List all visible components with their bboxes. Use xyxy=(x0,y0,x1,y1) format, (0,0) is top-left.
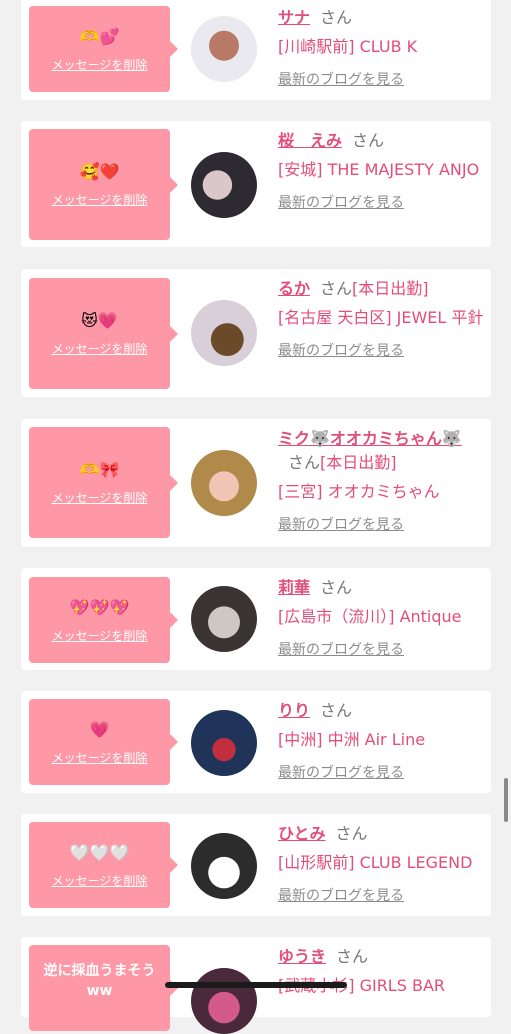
latest-blog-link[interactable]: 最新のブログを見る xyxy=(278,885,485,905)
avatar[interactable] xyxy=(191,968,257,1034)
message-card: 🫶🎀 メッセージを削除 ミク🐺オオカミちゃん🐺 さん[本日出勤] [三宮] オオカ… xyxy=(21,419,491,547)
cast-name-link[interactable]: るか xyxy=(278,279,310,298)
honorific: さん xyxy=(335,824,368,843)
cast-info: りり さん [中洲] 中洲 Air Line 最新のブログを見る xyxy=(278,699,485,782)
latest-blog-link[interactable]: 最新のブログを見る xyxy=(278,514,485,534)
message-bubble: 🥰❤️ メッセージを削除 xyxy=(29,129,178,240)
message-card: 🥰❤️ メッセージを削除 桜 えみ さん [安城] THE MAJESTY ANJ… xyxy=(21,121,491,247)
latest-blog-link[interactable]: 最新のブログを見る xyxy=(278,762,485,782)
cast-info: ゆうき さん [武蔵小杉] GIRLS BAR xyxy=(278,945,485,998)
message-emoji: 😻💗 xyxy=(81,311,118,330)
shop-name: [広島市（流川）] Antique xyxy=(278,607,462,626)
message-emoji: 🥰❤️ xyxy=(79,162,120,181)
honorific: さん xyxy=(336,947,369,966)
delete-message-link[interactable]: メッセージを削除 xyxy=(52,749,148,766)
delete-message-link[interactable]: メッセージを削除 xyxy=(52,56,148,73)
avatar[interactable] xyxy=(191,710,257,776)
cast-name-link[interactable]: ゆうき xyxy=(278,947,326,966)
cast-info: るか さん[本日出勤] [名古屋 天白区] JEWEL 平針 最新のブログを見る xyxy=(278,277,485,360)
message-emoji: 💗 xyxy=(89,719,110,739)
cast-name-link[interactable]: りり xyxy=(278,701,310,720)
message-emoji: 🤍🤍🤍 xyxy=(69,842,130,862)
avatar[interactable] xyxy=(191,16,257,82)
cast-name-link[interactable]: 莉華 xyxy=(278,578,310,597)
message-emoji: 💖💖💖 xyxy=(69,597,130,617)
honorific: さん xyxy=(320,279,353,298)
latest-blog-link[interactable]: 最新のブログを見る xyxy=(278,192,485,212)
shop-name: [山形駅前] CLUB LEGEND xyxy=(278,853,473,872)
message-emoji: 🫶🎀 xyxy=(79,460,120,479)
message-card: 🫶💕 メッセージを削除 サナ さん [川崎駅前] CLUB K 最新のブログを見る xyxy=(21,0,491,100)
delete-message-link[interactable]: メッセージを削除 xyxy=(52,191,148,208)
message-bubble: 🫶🎀 メッセージを削除 xyxy=(29,427,178,538)
work-status: [本日出勤] xyxy=(320,453,397,472)
message-bubble: 🤍🤍🤍 メッセージを削除 xyxy=(29,822,178,908)
avatar[interactable] xyxy=(191,152,257,218)
cast-name-link[interactable]: サナ xyxy=(278,8,310,27)
shop-name: [安城] THE MAJESTY ANJO xyxy=(278,160,480,179)
message-emoji: 🫶💕 xyxy=(79,26,120,46)
cast-info: ひとみ さん [山形駅前] CLUB LEGEND 最新のブログを見る xyxy=(278,822,485,905)
message-card: 💗 メッセージを削除 りり さん [中洲] 中洲 Air Line 最新のブログを… xyxy=(21,691,491,793)
delete-message-link[interactable]: メッセージを削除 xyxy=(52,489,148,506)
delete-message-link[interactable]: メッセージを削除 xyxy=(52,872,148,889)
shop-name: [中洲] 中洲 Air Line xyxy=(278,730,426,749)
message-bubble: 🫶💕 メッセージを削除 xyxy=(29,6,178,92)
cast-info: 桜 えみ さん [安城] THE MAJESTY ANJO 最新のブログを見る xyxy=(278,129,485,212)
shop-name: [川崎駅前] CLUB K xyxy=(278,37,418,56)
cast-info: サナ さん [川崎駅前] CLUB K 最新のブログを見る xyxy=(278,6,485,89)
work-status: [本日出勤] xyxy=(352,279,429,298)
honorific: さん xyxy=(320,8,353,27)
avatar[interactable] xyxy=(191,450,257,516)
latest-blog-link[interactable]: 最新のブログを見る xyxy=(278,69,485,89)
home-indicator[interactable] xyxy=(165,982,347,988)
avatar[interactable] xyxy=(191,586,257,652)
latest-blog-link[interactable]: 最新のブログを見る xyxy=(278,639,485,659)
cast-name-link[interactable]: 桜 えみ xyxy=(278,131,342,150)
message-bubble: 逆に採血うまそう ww xyxy=(29,945,178,1031)
honorific: さん xyxy=(288,453,321,472)
shop-name: [三宮] オオカミちゃん xyxy=(278,482,440,501)
cast-name-link[interactable]: ミク🐺オオカミちゃん🐺 xyxy=(278,429,462,448)
message-card: 😻💗 メッセージを削除 るか さん[本日出勤] [名古屋 天白区] JEWEL 平… xyxy=(21,269,491,397)
delete-message-link[interactable]: メッセージを削除 xyxy=(52,627,148,644)
latest-blog-link[interactable]: 最新のブログを見る xyxy=(278,340,485,360)
cast-info: ミク🐺オオカミちゃん🐺 さん[本日出勤] [三宮] オオカミちゃん 最新のブログを… xyxy=(278,427,485,534)
honorific: さん xyxy=(352,131,385,150)
avatar[interactable] xyxy=(191,833,257,899)
message-bubble: 💗 メッセージを削除 xyxy=(29,699,178,785)
message-card: 💖💖💖 メッセージを削除 莉華 さん [広島市（流川）] Antique 最新のブ… xyxy=(21,568,491,670)
delete-message-link[interactable]: メッセージを削除 xyxy=(52,340,148,357)
avatar[interactable] xyxy=(191,300,257,366)
scrollbar[interactable] xyxy=(504,778,508,822)
message-card: 逆に採血うまそう ww ゆうき さん [武蔵小杉] GIRLS BAR xyxy=(21,937,491,1034)
message-bubble: 💖💖💖 メッセージを削除 xyxy=(29,577,178,663)
message-bubble: 😻💗 メッセージを削除 xyxy=(29,278,178,389)
message-text: 逆に採血うまそう ww xyxy=(43,963,156,999)
shop-name: [名古屋 天白区] JEWEL 平針 xyxy=(278,308,484,327)
cast-info: 莉華 さん [広島市（流川）] Antique 最新のブログを見る xyxy=(278,576,485,659)
message-card: 🤍🤍🤍 メッセージを削除 ひとみ さん [山形駅前] CLUB LEGEND 最新… xyxy=(21,814,491,916)
honorific: さん xyxy=(320,578,353,597)
honorific: さん xyxy=(320,701,353,720)
cast-name-link[interactable]: ひとみ xyxy=(278,824,326,843)
